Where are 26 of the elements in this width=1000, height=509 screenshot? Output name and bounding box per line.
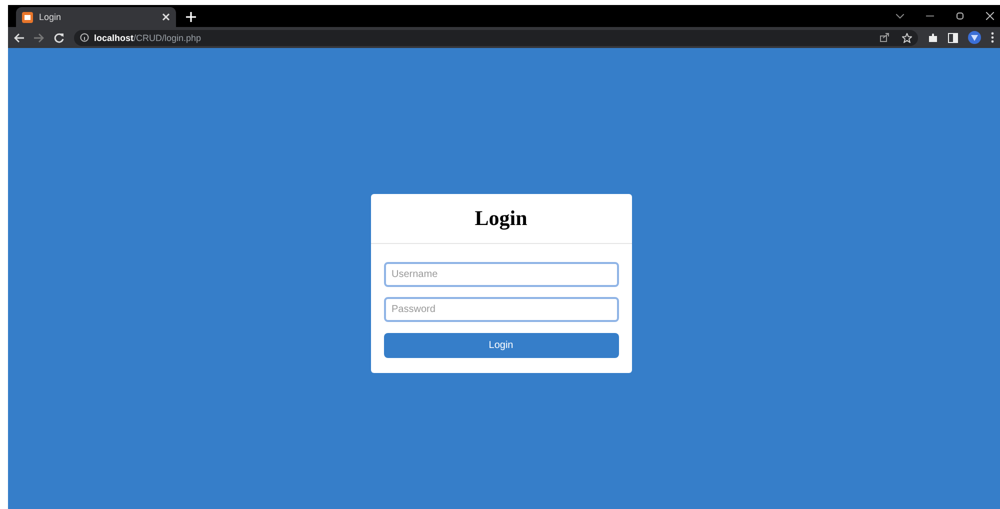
side-panel-icon[interactable]	[948, 32, 958, 42]
info-icon	[80, 33, 89, 42]
back-icon[interactable]	[14, 32, 24, 42]
chevron-down-icon[interactable]	[896, 14, 904, 18]
login-title: Login	[370, 194, 632, 244]
puzzle-icon[interactable]	[928, 32, 938, 42]
url-host: localhost	[94, 32, 134, 42]
restore-icon[interactable]	[956, 12, 964, 20]
close-icon[interactable]	[986, 12, 994, 20]
forward-icon[interactable]	[34, 32, 44, 42]
star-icon[interactable]	[902, 32, 912, 42]
reload-icon[interactable]	[54, 32, 64, 42]
new-tab-icon[interactable]	[186, 12, 196, 22]
close-icon[interactable]	[162, 13, 170, 21]
url-path: /CRUD/login.php	[134, 32, 202, 42]
tab-title: Login	[39, 12, 62, 22]
minimize-icon[interactable]	[926, 15, 934, 17]
share-icon[interactable]	[880, 33, 889, 42]
favicon-icon	[22, 12, 33, 22]
browser-tab[interactable]: Login	[16, 7, 176, 27]
more-icon[interactable]	[991, 32, 994, 43]
profile-icon[interactable]	[968, 31, 981, 44]
password-field[interactable]: Password	[384, 297, 618, 322]
address-bar[interactable]: localhost/CRUD/login.php	[74, 30, 918, 46]
login-button[interactable]: Login	[384, 333, 618, 358]
username-field[interactable]: Username	[384, 262, 618, 287]
